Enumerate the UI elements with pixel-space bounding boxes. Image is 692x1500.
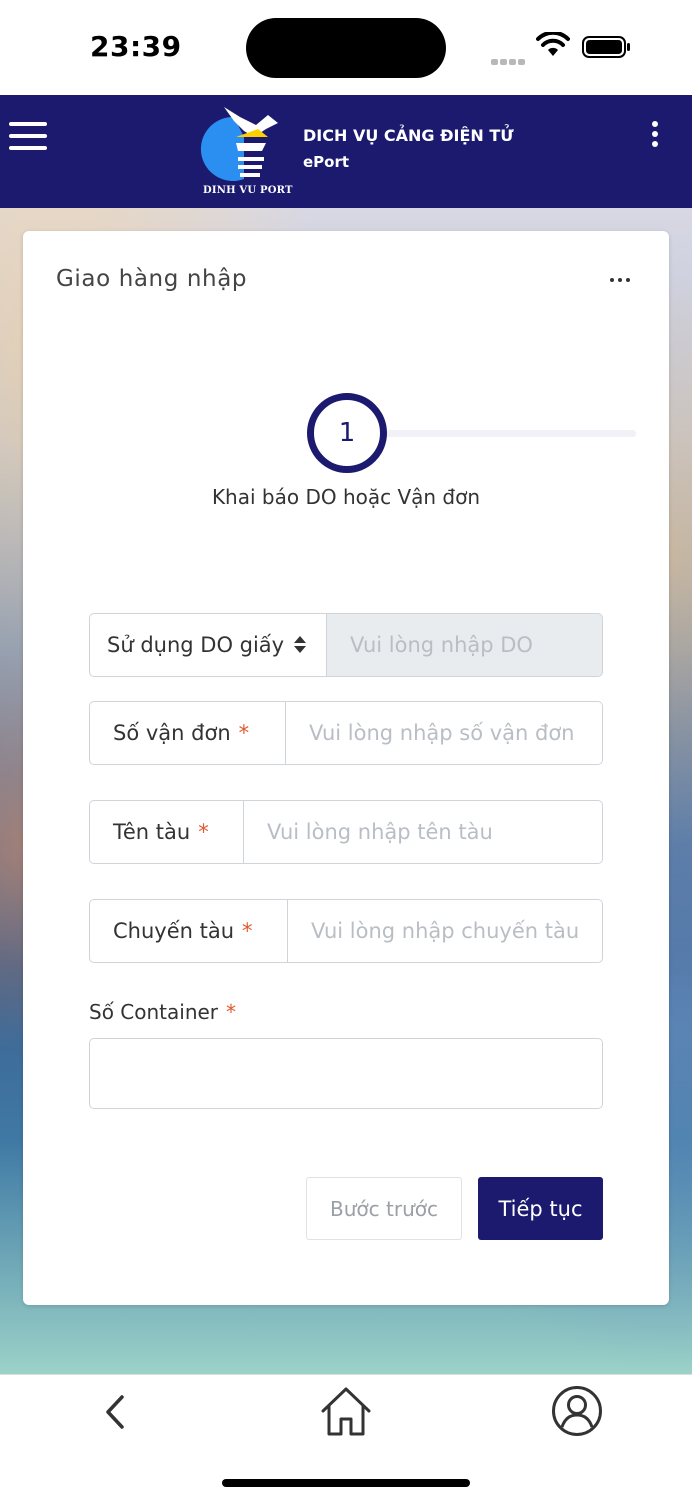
step-progress-line [385,430,636,437]
battery-icon [582,36,630,58]
delivery-card: Giao hàng nhập 1 Khai báo DO hoặc Vận đơ… [23,231,669,1305]
do-type-select[interactable]: Sử dụng DO giấy [89,613,327,677]
logo-caption: DINH VU PORT [203,185,293,196]
status-time: 23:39 [90,30,182,63]
user-icon[interactable] [551,1385,603,1437]
previous-step-button[interactable]: Bước trước [306,1177,462,1240]
brand-title: DICH VỤ CẢNG ĐIỆN TỬ [303,126,514,145]
bill-of-lading-label: Số vận đơn * [89,701,286,765]
select-arrows-icon [294,636,307,654]
home-indicator [222,1479,470,1487]
cellular-signal-icon [491,50,527,65]
required-mark: * [238,721,250,745]
wifi-icon [536,32,570,56]
bill-of-lading-field-group: Số vận đơn * Vui lòng nhập số vận đơn [89,701,603,765]
more-vertical-icon[interactable] [648,121,662,151]
voyage-label: Chuyến tàu * [89,899,288,963]
required-mark: * [226,1000,237,1024]
app-header: DINH VU PORT DICH VỤ CẢNG ĐIỆN TỬ ePort [0,95,692,208]
required-mark: * [198,820,209,844]
container-textarea[interactable] [89,1038,603,1109]
more-horizontal-icon[interactable] [610,267,636,282]
voyage-input[interactable]: Vui lòng nhập chuyến tàu [288,899,603,963]
do-type-value: Sử dụng DO giấy [107,633,285,657]
do-input[interactable]: Vui lòng nhập DO [327,613,603,677]
vessel-name-field-group: Tên tàu * Vui lòng nhập tên tàu [89,800,603,864]
bottom-nav [0,1374,692,1500]
back-icon[interactable] [100,1393,132,1431]
vessel-name-input[interactable]: Vui lòng nhập tên tàu [244,800,603,864]
do-field-group: Sử dụng DO giấy Vui lòng nhập DO [89,613,603,677]
status-bar: 23:39 [0,0,692,95]
port-logo [200,107,278,181]
continue-button[interactable]: Tiếp tục [478,1177,603,1240]
bill-of-lading-input[interactable]: Vui lòng nhập số vận đơn [286,701,603,765]
brand-subtitle: ePort [303,153,350,171]
step-indicator: 1 [307,393,387,473]
vessel-name-label: Tên tàu * [89,800,244,864]
step-label: Khai báo DO hoặc Vận đơn [211,485,481,509]
menu-icon[interactable] [9,122,47,152]
voyage-field-group: Chuyến tàu * Vui lòng nhập chuyến tàu [89,899,603,963]
dynamic-island [246,18,446,78]
home-icon[interactable] [319,1385,373,1437]
container-label: Số Container * [89,1000,237,1024]
page-title: Giao hàng nhập [56,266,248,292]
required-mark: * [242,919,253,943]
